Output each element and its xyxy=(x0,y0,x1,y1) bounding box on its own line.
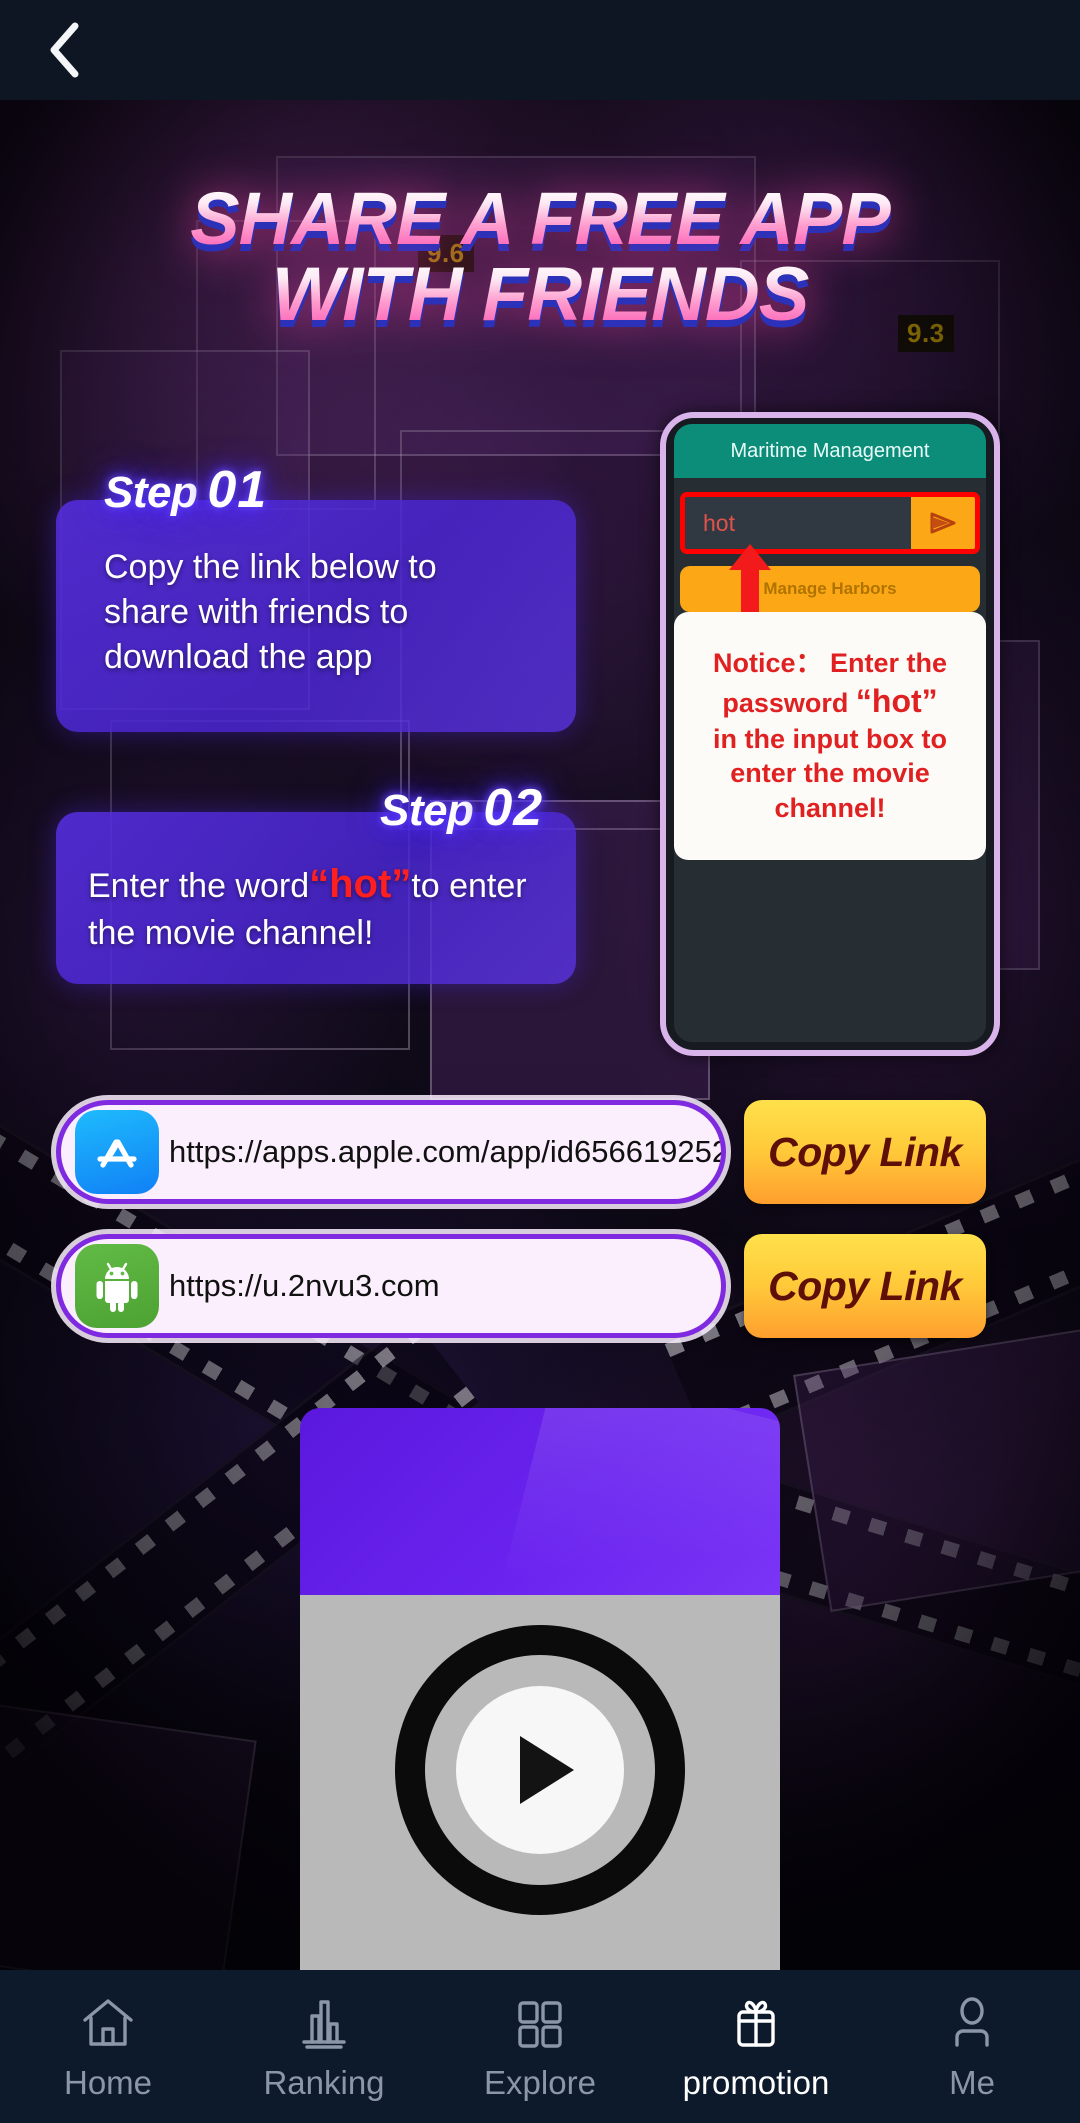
nav-item-me[interactable]: Me xyxy=(864,1970,1080,2123)
step-1-body: Copy the link below to share with friend… xyxy=(104,548,437,676)
phone-manage-harbors-button[interactable]: Manage Harbors xyxy=(680,566,980,612)
video-player[interactable] xyxy=(300,1595,780,1970)
copy-link-button-ios[interactable]: Copy Link xyxy=(744,1100,986,1204)
nav-item-explore[interactable]: Explore xyxy=(432,1970,648,2123)
step-1-word: Step xyxy=(104,468,198,517)
nav-item-ranking[interactable]: Ranking xyxy=(216,1970,432,2123)
notice-line-4: enter the movie xyxy=(730,758,930,789)
phone-app-title: Maritime Management xyxy=(674,424,986,478)
step-2-word: Step xyxy=(380,786,474,835)
home-icon xyxy=(79,1990,137,2056)
phone-mockup: Maritime Management hot Manage Harbors N… xyxy=(660,412,1000,1056)
android-link-url: https://u.2nvu3.com xyxy=(169,1268,440,1303)
app-store-icon xyxy=(75,1110,159,1194)
step-2-number: 02 xyxy=(483,779,544,837)
phone-password-input-row[interactable]: hot xyxy=(680,492,980,554)
android-icon xyxy=(75,1244,159,1328)
nav-label-promotion: promotion xyxy=(682,2064,830,2101)
person-icon xyxy=(944,1990,1000,2056)
promotion-page: 9.6 9.3 SHARE A FREE APP WITH FRIENDS St… xyxy=(0,0,1080,2123)
nav-item-home[interactable]: Home xyxy=(0,1970,216,2123)
gift-icon xyxy=(728,1990,784,2056)
copy-link-label-android: Copy Link xyxy=(768,1262,962,1309)
top-header xyxy=(0,0,1080,100)
chart-icon xyxy=(295,1990,353,2056)
phone-password-input[interactable]: hot xyxy=(685,497,911,549)
ios-link-url: https://apps.apple.com/app/id6566192524 xyxy=(169,1134,721,1169)
play-triangle xyxy=(520,1736,574,1804)
back-button[interactable] xyxy=(20,8,108,92)
ios-link-field[interactable]: https://apps.apple.com/app/id6566192524 xyxy=(56,1100,726,1204)
arrow-up-icon xyxy=(728,544,772,622)
phone-notice-text: Notice： Enter the password “hot” in the … xyxy=(713,646,947,825)
notice-line-2: password “hot” xyxy=(713,681,947,722)
link-row-android: https://u.2nvu3.com Copy Link xyxy=(56,1234,986,1338)
step-2-body: Enter the word“hot”to enter the movie ch… xyxy=(88,858,558,956)
copy-link-button-android[interactable]: Copy Link xyxy=(744,1234,986,1338)
phone-notice-popup: Notice： Enter the password “hot” in the … xyxy=(674,612,986,860)
nav-item-promotion[interactable]: promotion xyxy=(648,1970,864,2123)
phone-screen: Maritime Management hot Manage Harbors N… xyxy=(674,424,986,1042)
chevron-left-icon xyxy=(47,21,81,79)
notice-line-3: in the input box to xyxy=(713,723,947,754)
nav-label-me: Me xyxy=(949,2064,995,2101)
phone-screen-body xyxy=(674,860,986,1042)
step-1-label: Step 01 xyxy=(104,460,267,520)
step-2-highlight: “hot” xyxy=(309,862,412,906)
notice-line-2-before: password xyxy=(722,687,849,718)
step-1-number: 01 xyxy=(207,461,268,519)
notice-line-1: Notice： Enter the xyxy=(712,648,948,679)
notice-line-5: channel! xyxy=(774,793,886,824)
notice-line-2-highlight: “hot” xyxy=(855,682,938,719)
play-button-icon[interactable] xyxy=(456,1686,624,1854)
nav-label-home: Home xyxy=(63,2064,153,2101)
bottom-navigation: Home Ranking Explore promotion Me xyxy=(0,1970,1080,2123)
link-row-ios: https://apps.apple.com/app/id6566192524 … xyxy=(56,1100,986,1204)
step-2-text-before: Enter the word xyxy=(88,867,310,905)
nav-label-ranking: Ranking xyxy=(263,2064,385,2101)
promo-card xyxy=(300,1408,780,1598)
copy-link-label-ios: Copy Link xyxy=(768,1128,962,1175)
send-arrow-icon[interactable] xyxy=(911,497,975,549)
nav-label-explore: Explore xyxy=(484,2064,596,2101)
grid-icon xyxy=(513,1990,567,2056)
step-2-label: Step 02 xyxy=(380,778,543,838)
android-link-field[interactable]: https://u.2nvu3.com xyxy=(56,1234,726,1338)
